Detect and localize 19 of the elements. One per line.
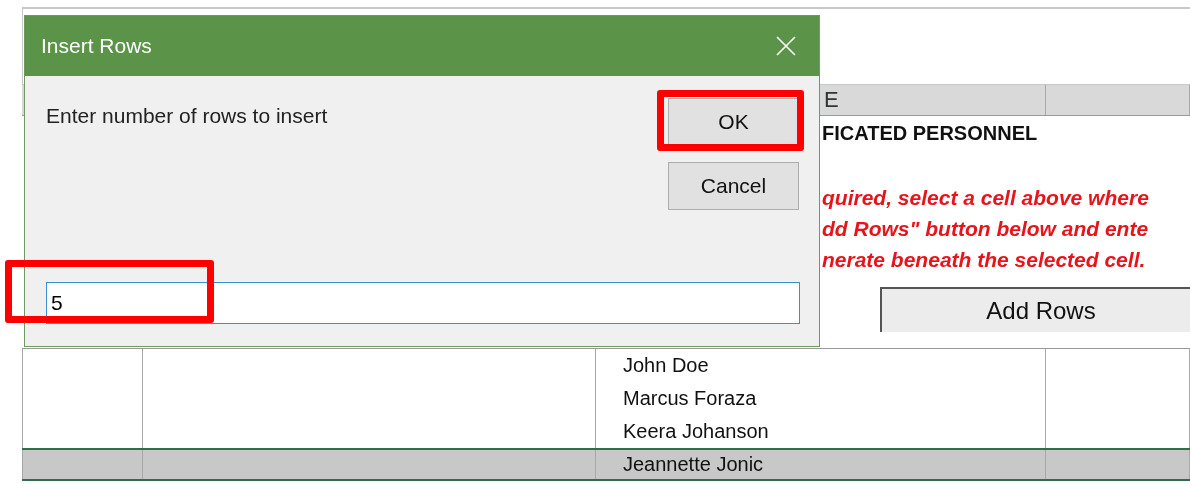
close-icon[interactable] bbox=[775, 35, 797, 57]
cancel-button[interactable]: Cancel bbox=[668, 162, 799, 210]
instruction-text: nerate beneath the selected cell. bbox=[822, 247, 1147, 273]
column-header: E bbox=[824, 87, 839, 113]
ok-button[interactable]: OK bbox=[668, 98, 799, 146]
sheet-title: FICATED PERSONNEL bbox=[822, 122, 1039, 146]
add-rows-button[interactable]: Add Rows bbox=[880, 287, 1190, 332]
table-cell: Marcus Foraza bbox=[623, 387, 757, 410]
dialog-title: Insert Rows bbox=[41, 34, 152, 58]
table-cell: Jeannette Jonic bbox=[623, 453, 764, 476]
instruction-text: dd Rows" button below and ente bbox=[822, 216, 1150, 242]
table-row[interactable]: John Doe bbox=[22, 349, 1190, 382]
table-cell: John Doe bbox=[623, 354, 709, 377]
table-row[interactable]: Jeannette Jonic bbox=[22, 448, 1190, 481]
input-field[interactable]: 5 bbox=[46, 282, 800, 324]
table-row[interactable]: Marcus Foraza bbox=[22, 382, 1190, 415]
prompt-text: Enter number of rows to insert bbox=[46, 104, 328, 128]
instruction-text: quired, select a cell above where bbox=[822, 185, 1150, 211]
table-cell: Keera Johanson bbox=[623, 420, 769, 443]
